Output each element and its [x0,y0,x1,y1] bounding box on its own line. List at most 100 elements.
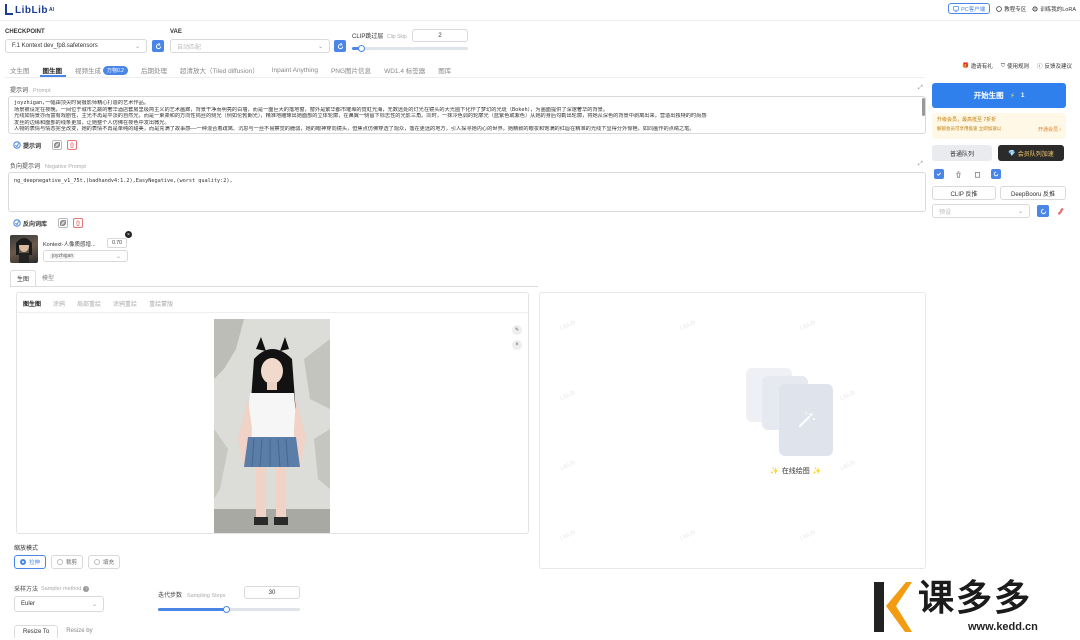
lora-name: Kontext-人像质感增... [43,242,96,248]
resize-mode-fill[interactable]: 填充 [88,555,121,569]
pc-client-label: PC客户端 [961,6,986,13]
tab-wd-tagger[interactable]: WD1.4 标签器 [384,65,425,75]
generate-button[interactable]: 开始生图 ⚡ 1 [932,83,1066,108]
tab-img2img[interactable]: 图生图 [43,65,63,75]
expand-prompt-icon[interactable]: ⤢ [918,85,923,92]
tab-video[interactable]: 视频生成 [75,65,101,75]
gift-icon: 🎁 [961,63,969,69]
sampler-select[interactable]: Euler ⌄ [14,596,104,612]
clip-skip-slider[interactable] [352,44,468,52]
resize-mode-label: 缩放模式 [14,546,39,552]
watermark-text: LibLib [679,529,697,543]
edit-image-button[interactable]: ✎ [512,325,522,335]
feedback-link[interactable]: ⓘ 反馈及建议 [1037,62,1072,70]
trash-icon [70,142,74,148]
apply-preset-button[interactable] [1054,205,1065,217]
tab-txt2img[interactable]: 文生图 [10,65,30,75]
tab-gallery[interactable]: 图库 [438,65,451,75]
deepbooru-interrogate-button[interactable]: DeepBooru 反推 [1000,186,1066,200]
delete-style-button[interactable] [953,169,963,179]
prompt-scrollbar[interactable] [922,98,925,116]
check-button[interactable] [934,169,944,179]
image-tabs-divider [17,312,528,313]
steps-slider-knob[interactable] [222,605,230,613]
tutorial-link[interactable]: 教程专区 [996,5,1026,13]
tab-model[interactable]: 模型 [36,270,60,286]
gear-icon [1032,5,1038,12]
img-tab-sketch[interactable]: 涂鸦 [53,299,65,308]
refresh-style-button[interactable] [991,169,1001,179]
style-preset-select[interactable]: 预设 ⌄ [932,204,1030,218]
resize-mode-stretch[interactable]: 拉伸 [14,555,47,569]
img-tab-inpaint-sketch[interactable]: 涂鸦重绘 [113,299,137,308]
clipboard-button[interactable] [972,169,982,179]
negative-library-button[interactable]: 反向词库 [13,219,47,228]
refresh-checkpoint-button[interactable] [152,40,164,52]
clip-interrogate-button[interactable]: CLIP 反推 [932,186,996,200]
tab-tiled-diffusion[interactable]: 超清放大（Tiled diffusion） [180,65,259,75]
steps-slider[interactable] [158,605,300,613]
sub-tabs: 生图 模型 [10,270,60,286]
img-tab-img2img[interactable]: 图生图 [23,299,41,308]
tab-png-info[interactable]: PNG图片信息 [331,65,371,75]
img-tab-inpaint[interactable]: 局部重绘 [77,299,101,308]
tab-resize-to[interactable]: Resize To [14,625,59,638]
prompt-textarea[interactable]: joyzhigan,一幅由顶尖时尚摄影师精心打造的艺术作品。 场景被设定在夜晚，… [8,96,926,134]
clip-skip-slider-knob[interactable] [357,44,365,52]
clear-prompt-button[interactable] [67,140,78,150]
train-lora-link[interactable]: 训练我的LoRA [1032,5,1076,13]
tab-resize-by[interactable]: Resize by [58,625,100,638]
refresh-vae-button[interactable] [334,40,346,52]
tab-inpaint-anything[interactable]: Inpaint Anything [272,67,318,74]
help-icon[interactable]: ? [83,585,90,592]
open-vip-link[interactable]: 开通会员 › [1038,126,1061,133]
resize-mode-crop[interactable]: 裁剪 [51,555,84,569]
expand-negative-icon[interactable]: ⤢ [918,161,923,168]
normal-queue-button[interactable]: 普通队列 [932,145,992,161]
invite-link[interactable]: 🎁 邀请有礼 [962,62,993,70]
vip-queue-button[interactable]: 💎 会员队列加速 [998,145,1064,161]
placeholder-card-front [779,384,833,456]
steps-label: 迭代步数 Sampling Steps [158,593,226,599]
sparkle-icon: ✨ [770,468,779,475]
lora-weight-input[interactable]: 0.70 [107,238,127,248]
rules-link[interactable]: ⛉ 使用规则 [1001,62,1029,71]
pc-client-button[interactable]: PC客户端 [948,3,991,14]
help-circle-icon: ⓘ [1036,64,1043,70]
chevron-down-icon: ⌄ [91,601,97,608]
lora-thumbnail[interactable] [10,235,38,263]
copy-prompt-button[interactable] [52,140,63,150]
header-divider [0,20,1080,21]
refresh-icon [155,42,161,49]
prompt-library-button[interactable]: 提示词 [13,141,41,150]
generate-cost: 1 [1020,92,1025,99]
refresh-icon [1040,208,1046,214]
sparkle-icon: ✨ [812,468,822,475]
uploaded-photo[interactable] [214,319,330,533]
remove-image-button[interactable]: × [512,340,522,350]
lora-remove-button[interactable]: × [125,231,132,238]
watermark-text: LibLib [559,529,577,543]
vae-select[interactable]: 自动匹配 ⌄ [170,39,330,53]
monitor-icon [953,5,959,12]
negative-prompt-textarea[interactable]: ng_deepnegative_v1_75t,(badhandv4:1.2),E… [8,172,926,212]
watermark-text: LibLib [559,389,577,403]
steps-slider-fill [158,608,227,611]
brand-name: 课多多 [918,578,1033,619]
close-icon: × [515,342,519,348]
online-draw-label[interactable]: ✨ 在线绘图 ✨ [770,466,821,476]
refresh-icon [993,171,999,177]
tab-generate[interactable]: 生图 [10,270,37,286]
clip-skip-input[interactable]: 2 [412,29,468,42]
lora-trigger-select[interactable]: joyzhigan ⌄ [43,250,128,262]
refresh-preset-button[interactable] [1037,205,1049,217]
checkpoint-select[interactable]: F.1 Kontext dev_fp8.safetensors ⌄ [5,39,147,53]
app-logo[interactable]: LibLib AI [4,3,54,17]
clear-negative-button[interactable] [73,218,84,228]
vip-banner[interactable]: 升级会员，最高抵至 7折折 解锁会员可享用极速 立即加速以 开通会员 › [932,113,1066,139]
steps-input[interactable]: 30 [244,586,300,599]
copy-negative-button[interactable] [58,218,69,228]
brand-url: www.kedd.cn [968,621,1038,633]
img-tab-inpaint-upload[interactable]: 重绘蒙版 [149,299,173,308]
tab-postprocess[interactable]: 后期处理 [141,65,167,75]
